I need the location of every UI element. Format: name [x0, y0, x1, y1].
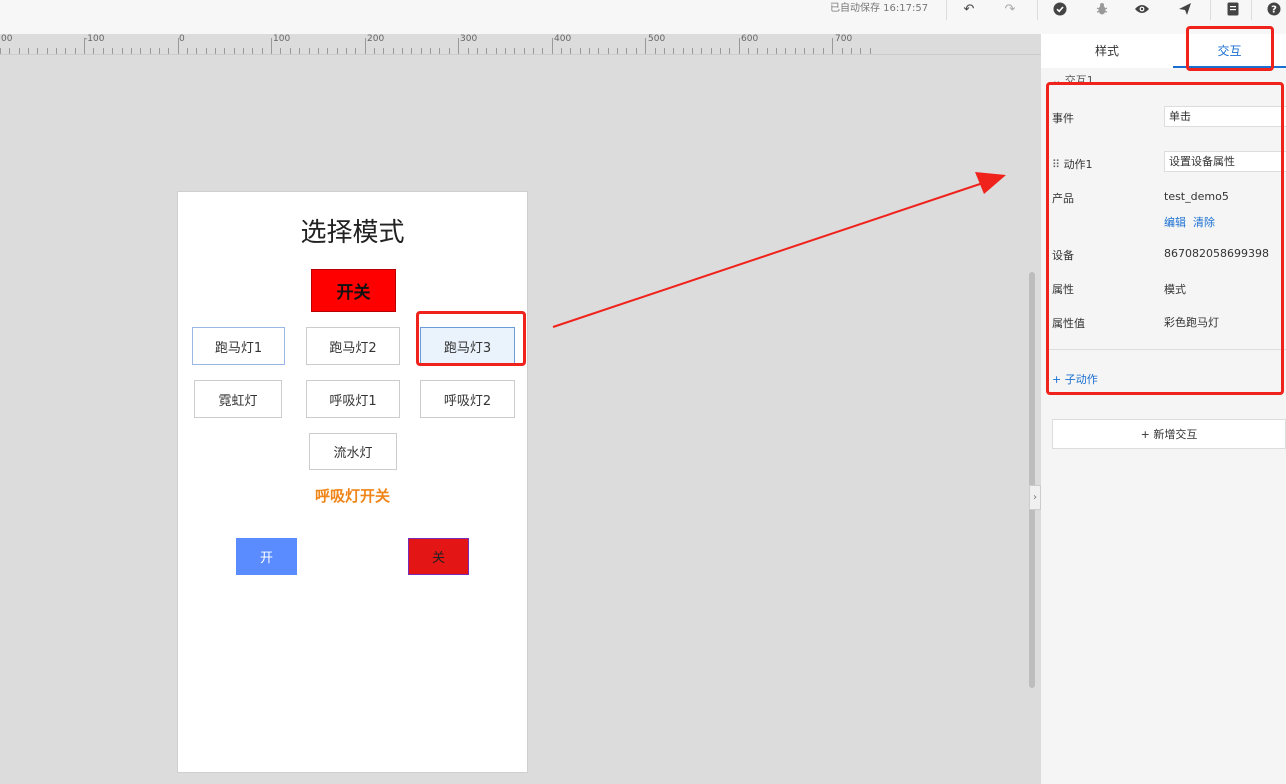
- chevron-down-icon: ⌄: [1052, 74, 1065, 82]
- annotation-panel-highlight: [1046, 82, 1284, 395]
- interaction-section-header[interactable]: ⌄ 交互1: [1052, 72, 1094, 82]
- add-interaction-button[interactable]: + 新增交互: [1052, 419, 1286, 449]
- annotation-tab-highlight: [1186, 26, 1274, 71]
- tab-style[interactable]: 样式: [1041, 34, 1173, 68]
- collapse-panel-button[interactable]: ›: [1029, 485, 1041, 510]
- chevron-right-icon: ›: [1033, 492, 1037, 503]
- canvas-scrollbar[interactable]: [1029, 272, 1035, 688]
- section-title: 交互1: [1064, 74, 1094, 82]
